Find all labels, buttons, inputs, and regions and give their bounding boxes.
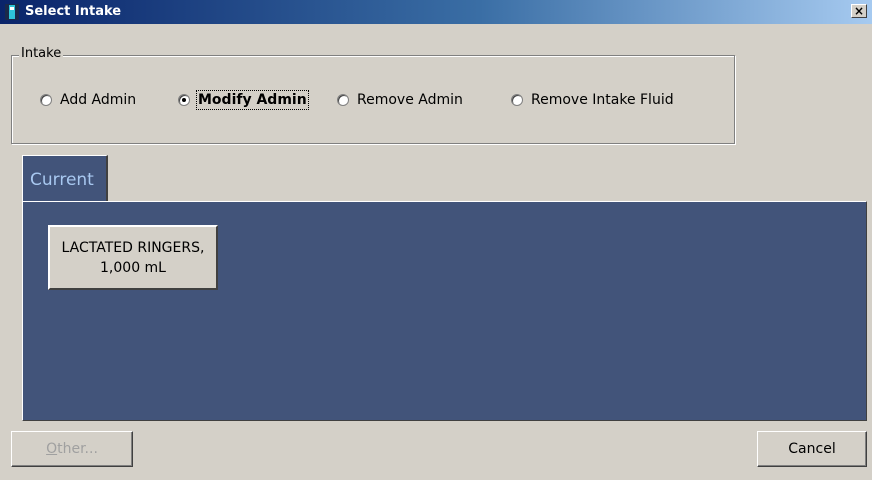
radio-remove-intake-fluid-label: Remove Intake Fluid	[531, 92, 674, 108]
radio-add-admin[interactable]: Add Admin	[40, 90, 136, 110]
radio-circle[interactable]	[511, 94, 523, 106]
radio-modify-admin-label: Modify Admin	[196, 90, 309, 110]
intake-group-label: Intake	[19, 46, 64, 61]
intake-item-label: LACTATED RINGERS, 1,000 mL	[61, 239, 205, 276]
other-button-label: Other...	[46, 441, 98, 457]
close-button[interactable]: ×	[851, 4, 867, 18]
title-bar[interactable]: Select Intake ×	[0, 0, 872, 24]
radio-remove-intake-fluid[interactable]: Remove Intake Fluid	[511, 90, 674, 110]
radio-dot-icon	[182, 98, 186, 102]
radio-add-admin-label: Add Admin	[60, 92, 137, 108]
radio-circle-selected[interactable]	[178, 94, 190, 106]
radio-remove-admin[interactable]: Remove Admin	[337, 90, 463, 110]
cancel-button-label: Cancel	[788, 441, 836, 457]
radio-circle[interactable]	[40, 94, 52, 106]
tab-current-label: Current	[30, 170, 94, 190]
window-title: Select Intake	[25, 4, 122, 19]
application-icon	[5, 4, 19, 20]
intake-item-button[interactable]: LACTATED RINGERS, 1,000 mL	[48, 225, 218, 290]
cancel-button[interactable]: Cancel	[757, 431, 867, 467]
close-icon: ×	[853, 4, 865, 18]
other-button[interactable]: Other...	[11, 431, 133, 467]
radio-circle[interactable]	[337, 94, 349, 106]
radio-remove-admin-label: Remove Admin	[357, 92, 463, 108]
radio-modify-admin[interactable]: Modify Admin	[178, 90, 309, 110]
